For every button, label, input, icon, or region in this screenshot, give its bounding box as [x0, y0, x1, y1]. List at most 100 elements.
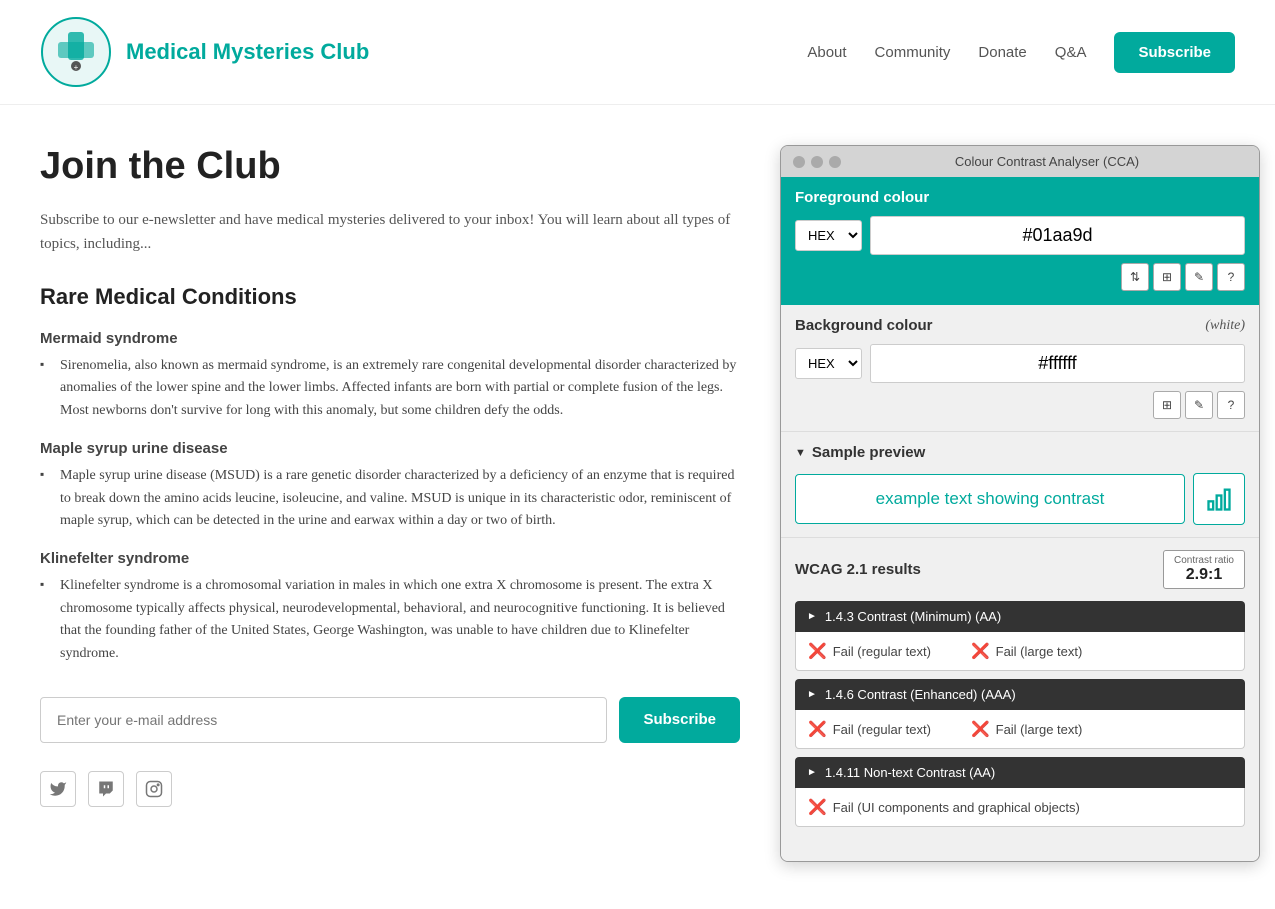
nav-community[interactable]: Community [875, 44, 951, 61]
wcag-rule-1-4-11: ► 1.4.11 Non-text Contrast (AA) ❌ Fail (… [795, 757, 1245, 827]
condition-0: Mermaid syndrome Sirenomelia, also known… [40, 330, 740, 422]
bg-eyedropper-icon[interactable]: ✎ [1185, 391, 1213, 419]
rule-1-4-6-result-regular: ❌ Fail (regular text) [808, 720, 931, 738]
result-label-5: Fail (UI components and graphical object… [833, 800, 1080, 815]
chart-icon-box[interactable] [1193, 473, 1245, 525]
fg-hex-input[interactable] [870, 216, 1245, 255]
bg-hex-input[interactable] [870, 344, 1245, 383]
rule-1-4-3-result-large: ❌ Fail (large text) [971, 642, 1082, 660]
condition-1: Maple syrup urine disease Maple syrup ur… [40, 440, 740, 532]
twitter-icon[interactable] [40, 771, 76, 807]
page-title: Join the Club [40, 145, 740, 188]
condition-2-desc: Klinefelter syndrome is a chromosomal va… [40, 575, 740, 665]
wcag-rule-1-4-11-header[interactable]: ► 1.4.11 Non-text Contrast (AA) [795, 757, 1245, 788]
condition-2-title: Klinefelter syndrome [40, 550, 740, 567]
rule-1-4-6-triangle: ► [807, 689, 817, 700]
logo-area: + Medical Mysteries Club [40, 16, 369, 88]
fg-settings-icon[interactable]: ⊞ [1153, 263, 1181, 291]
rule-1-4-11-label: 1.4.11 Non-text Contrast (AA) [825, 765, 995, 780]
wcag-rule-1-4-6-results: ❌ Fail (regular text) ❌ Fail (large text… [795, 710, 1245, 749]
intro-text: Subscribe to our e-newsletter and have m… [40, 208, 740, 256]
header: + Medical Mysteries Club About Community… [0, 0, 1275, 105]
condition-2: Klinefelter syndrome Klinefelter syndrom… [40, 550, 740, 665]
sample-preview-inner: example text showing contrast [795, 473, 1245, 525]
condition-1-title: Maple syrup urine disease [40, 440, 740, 457]
fg-swap-icon[interactable]: ⇅ [1121, 263, 1149, 291]
wcag-rule-1-4-3-results: ❌ Fail (regular text) ❌ Fail (large text… [795, 632, 1245, 671]
contrast-ratio-value: 2.9:1 [1174, 566, 1234, 584]
cca-body: Foreground colour HEX RGB HSL ⇅ ⊞ ✎ ? [781, 177, 1259, 861]
fail-icon-4: ❌ [971, 720, 990, 738]
rule-1-4-3-triangle: ► [807, 611, 817, 622]
bg-label: Background colour [795, 317, 933, 334]
bg-format-select[interactable]: HEX RGB HSL [795, 348, 862, 379]
fail-icon-1: ❌ [808, 642, 827, 660]
instagram-icon[interactable] [136, 771, 172, 807]
svg-text:+: + [74, 63, 79, 72]
fg-label: Foreground colour [795, 189, 1245, 206]
logo-icon: + [40, 16, 112, 88]
sample-preview-section: ▼ Sample preview example text showing co… [781, 432, 1259, 538]
email-input[interactable] [40, 697, 607, 743]
result-label-2: Fail (large text) [996, 644, 1083, 659]
email-section: Subscribe [40, 697, 740, 743]
contrast-ratio-label: Contrast ratio [1174, 555, 1234, 566]
cca-window: Colour Contrast Analyser (CCA) Foregroun… [780, 145, 1260, 862]
fail-icon-3: ❌ [808, 720, 827, 738]
fg-help-icon[interactable]: ? [1217, 263, 1245, 291]
site-title: Medical Mysteries Club [126, 39, 369, 65]
bg-section: Background colour (white) HEX RGB HSL ⊞ [781, 305, 1259, 432]
condition-0-title: Mermaid syndrome [40, 330, 740, 347]
fail-icon-5: ❌ [808, 798, 827, 816]
fg-tool-icons: ⇅ ⊞ ✎ ? [795, 263, 1245, 291]
fg-input-row: HEX RGB HSL [795, 216, 1245, 255]
bg-label-row: Background colour (white) [795, 317, 1245, 334]
preview-collapse-icon[interactable]: ▼ [795, 447, 806, 459]
bg-settings-icon[interactable]: ⊞ [1153, 391, 1181, 419]
wcag-rule-1-4-6-header[interactable]: ► 1.4.6 Contrast (Enhanced) (AAA) [795, 679, 1245, 710]
sample-preview-label: Sample preview [812, 444, 925, 461]
result-label-3: Fail (regular text) [833, 722, 931, 737]
fg-eyedropper-icon[interactable]: ✎ [1185, 263, 1213, 291]
cca-titlebar: Colour Contrast Analyser (CCA) [781, 146, 1259, 177]
condition-0-desc: Sirenomelia, also known as mermaid syndr… [40, 355, 740, 422]
wcag-label: WCAG 2.1 results [795, 561, 921, 578]
contrast-ratio-box: Contrast ratio 2.9:1 [1163, 550, 1245, 589]
nav-donate[interactable]: Donate [978, 44, 1026, 61]
wcag-rule-1-4-11-results: ❌ Fail (UI components and graphical obje… [795, 788, 1245, 827]
bg-help-icon[interactable]: ? [1217, 391, 1245, 419]
sample-text-box: example text showing contrast [795, 474, 1185, 524]
nav-about[interactable]: About [807, 44, 846, 61]
titlebar-dot-1 [793, 156, 805, 168]
twitch-icon[interactable] [88, 771, 124, 807]
rule-1-4-6-result-large: ❌ Fail (large text) [971, 720, 1082, 738]
fg-format-select[interactable]: HEX RGB HSL [795, 220, 862, 251]
titlebar-dot-2 [811, 156, 823, 168]
wcag-rule-1-4-3-header[interactable]: ► 1.4.3 Contrast (Minimum) (AA) [795, 601, 1245, 632]
left-column: Join the Club Subscribe to our e-newslet… [40, 145, 740, 862]
rule-1-4-3-result-regular: ❌ Fail (regular text) [808, 642, 931, 660]
wcag-rule-1-4-3: ► 1.4.3 Contrast (Minimum) (AA) ❌ Fail (… [795, 601, 1245, 671]
email-subscribe-button[interactable]: Subscribe [619, 697, 740, 743]
titlebar-dot-3 [829, 156, 841, 168]
condition-1-desc: Maple syrup urine disease (MSUD) is a ra… [40, 465, 740, 532]
header-subscribe-button[interactable]: Subscribe [1114, 32, 1235, 73]
conditions-section-title: Rare Medical Conditions [40, 284, 740, 310]
fail-icon-2: ❌ [971, 642, 990, 660]
bg-color-name: (white) [1205, 318, 1245, 334]
wcag-rule-1-4-6: ► 1.4.6 Contrast (Enhanced) (AAA) ❌ Fail… [795, 679, 1245, 749]
bg-tool-icons: ⊞ ✎ ? [795, 391, 1245, 419]
main-nav: About Community Donate Q&A Subscribe [807, 32, 1235, 73]
nav-qa[interactable]: Q&A [1055, 44, 1087, 61]
rule-1-4-6-label: 1.4.6 Contrast (Enhanced) (AAA) [825, 687, 1016, 702]
conditions-list: Mermaid syndrome Sirenomelia, also known… [40, 330, 740, 665]
cca-title: Colour Contrast Analyser (CCA) [847, 154, 1247, 169]
fg-section: Foreground colour HEX RGB HSL ⇅ ⊞ ✎ ? [781, 177, 1259, 305]
wcag-header-row: WCAG 2.1 results Contrast ratio 2.9:1 [795, 550, 1245, 589]
rule-1-4-11-triangle: ► [807, 767, 817, 778]
social-icons [40, 771, 740, 807]
wcag-section: WCAG 2.1 results Contrast ratio 2.9:1 ► … [781, 538, 1259, 847]
rule-1-4-3-label: 1.4.3 Contrast (Minimum) (AA) [825, 609, 1001, 624]
sample-preview-header: ▼ Sample preview [795, 444, 1245, 461]
bg-input-row: HEX RGB HSL [795, 344, 1245, 383]
